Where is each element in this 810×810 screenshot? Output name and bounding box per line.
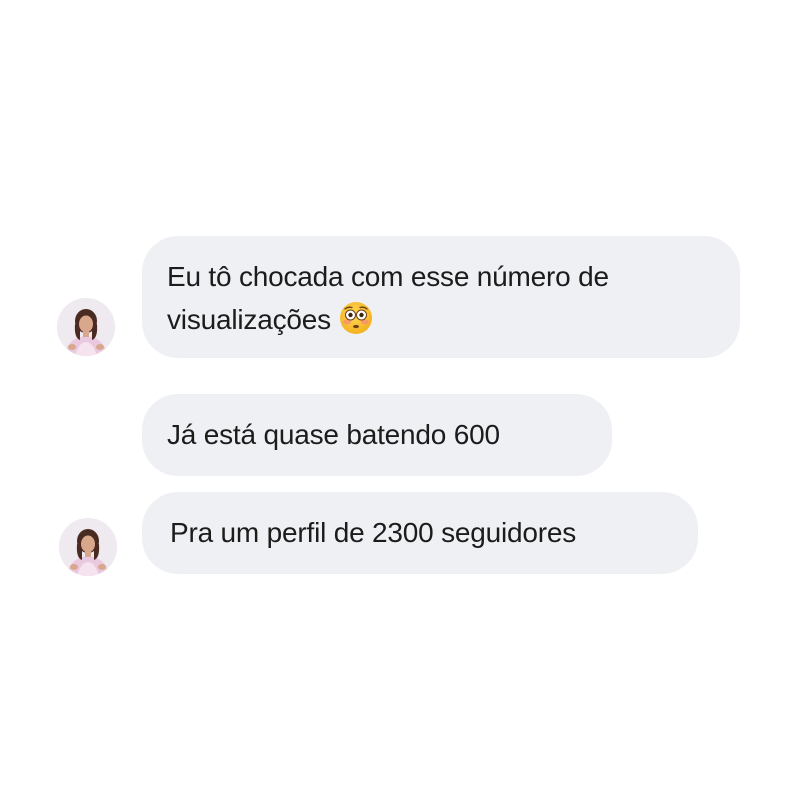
message-text-line: visualizações bbox=[167, 304, 331, 335]
avatar[interactable] bbox=[57, 298, 115, 356]
chat-thread: Eu tô chocada com esse número de visuali… bbox=[0, 0, 810, 810]
message-bubble[interactable]: Eu tô chocada com esse número de visuali… bbox=[142, 236, 740, 358]
message-text-line: Eu tô chocada com esse número de bbox=[167, 261, 609, 292]
message-text: Pra um perfil de 2300 seguidores bbox=[170, 517, 577, 548]
message-text: Já está quase batendo 600 bbox=[167, 419, 500, 450]
avatar[interactable] bbox=[59, 518, 117, 576]
flushed-face-icon bbox=[339, 301, 373, 347]
message-bubble[interactable]: Pra um perfil de 2300 seguidores bbox=[142, 492, 698, 574]
message-bubble[interactable]: Já está quase batendo 600 bbox=[142, 394, 612, 476]
